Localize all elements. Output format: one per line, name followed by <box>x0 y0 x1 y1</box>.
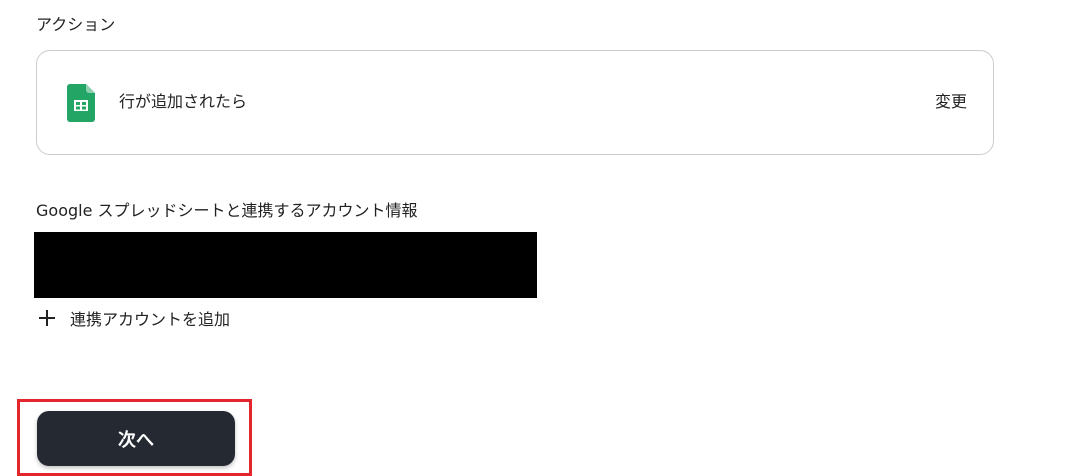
account-selector-redacted[interactable] <box>34 232 537 298</box>
change-action-button[interactable]: 変更 <box>935 92 967 112</box>
add-account-button[interactable]: 連携アカウントを追加 <box>38 306 230 330</box>
google-sheets-icon <box>67 84 95 122</box>
action-card[interactable]: 行が追加されたら 変更 <box>36 50 994 155</box>
next-button[interactable]: 次へ <box>37 411 235 466</box>
account-section-title: Google スプレッドシートと連携するアカウント情報 <box>36 201 418 220</box>
action-trigger-label: 行が追加されたら <box>119 92 248 111</box>
action-section-title: アクション <box>36 15 116 34</box>
add-account-label: 連携アカウントを追加 <box>70 310 231 329</box>
plus-icon <box>38 309 56 327</box>
